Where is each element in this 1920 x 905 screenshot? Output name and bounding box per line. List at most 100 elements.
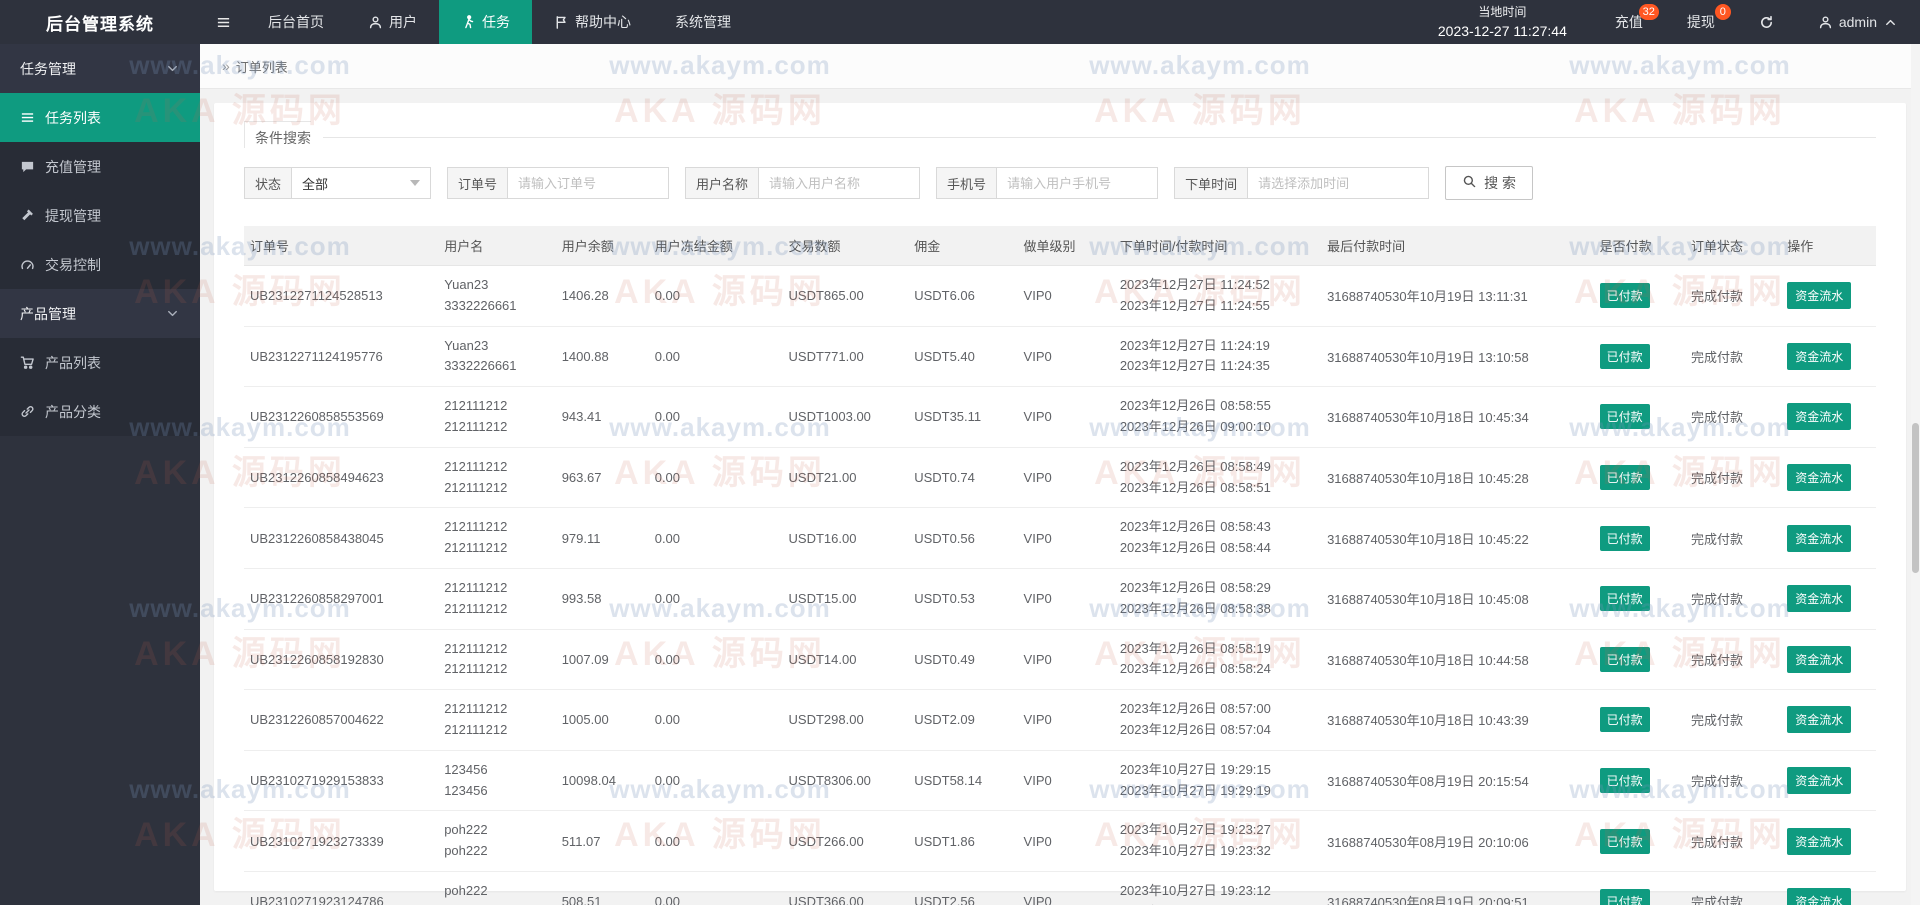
topnav-item-home[interactable]: 后台首页 [246, 0, 346, 44]
frozen-amount-cell: 0.00 [648, 689, 783, 751]
order-pay-time-cell: 2023年12月26日 08:58:49 2023年12月26日 08:58:51 [1113, 447, 1322, 509]
user-name: poh222 [444, 882, 488, 898]
user-account: 212111212 [444, 418, 508, 434]
order-time: 2023年12月27日 11:24:52 [1119, 277, 1270, 292]
column-header: 订单状态 [1685, 226, 1782, 266]
search-icon [1462, 174, 1477, 189]
sidebar-item-withdraw-mgmt[interactable]: 提现管理 [0, 191, 200, 240]
withdraw-button[interactable]: 提现 0 [1665, 0, 1737, 44]
fund-flow-button[interactable]: 资金流水 [1787, 827, 1852, 855]
phone-input[interactable] [1007, 175, 1148, 191]
topnav-item-tasks[interactable]: 任务 [439, 0, 532, 44]
fund-flow-button[interactable]: 资金流水 [1787, 282, 1852, 310]
paid-badge: 已付款 [1599, 889, 1650, 905]
user-account: 212111212 [444, 721, 508, 737]
last-pay-time-cell: 31688740530年10月18日 10:45:22 [1321, 507, 1594, 569]
order-time-input[interactable] [1258, 175, 1419, 191]
user-icon [1818, 15, 1833, 30]
user-cell: 212111212 212111212 [438, 507, 556, 569]
search-legend: 条件搜索 [244, 121, 311, 148]
topnav-item-system[interactable]: 系统管理 [653, 0, 753, 44]
last-pay-time-cell: 31688740530年10月19日 13:10:58 [1321, 326, 1594, 388]
topnav-item-label: 任务 [482, 14, 510, 30]
user-account: 212111212 [444, 540, 508, 556]
user-menu[interactable]: admin [1796, 0, 1920, 44]
table-row: UB2310271923124786poh222poh222508.510.00… [244, 871, 1876, 905]
recharge-button[interactable]: 充值 32 [1593, 0, 1665, 44]
sidebar-item-label: 充值管理 [45, 158, 101, 175]
sidebar-group-task-mgmt[interactable]: 任务管理 [0, 44, 200, 93]
fund-flow-button[interactable]: 资金流水 [1787, 585, 1852, 613]
vertical-scrollbar [1911, 44, 1920, 905]
status-select[interactable]: 全部 [291, 167, 432, 199]
fund-flow-button[interactable]: 资金流水 [1787, 706, 1852, 734]
topnav-item-help[interactable]: 帮助中心 [532, 0, 653, 44]
topnav-item-label: 帮助中心 [575, 14, 631, 30]
user-cell: Yuan23 3332226661 [438, 265, 556, 327]
fund-flow-button[interactable]: 资金流水 [1787, 645, 1852, 673]
balance-cell: 963.67 [555, 447, 649, 509]
sidebar-item-task-list[interactable]: 任务列表 [0, 93, 200, 142]
sidebar-group-label: 产品管理 [20, 305, 76, 322]
action-cell: 资金流水 [1781, 326, 1876, 388]
action-cell: 资金流水 [1781, 447, 1876, 509]
username-input[interactable] [769, 175, 910, 191]
search-button[interactable]: 搜 索 [1445, 166, 1533, 200]
paid-cell: 已付款 [1593, 507, 1685, 569]
trade-amount-cell: USDT865.00 [782, 265, 909, 327]
level-cell: VIP0 [1017, 689, 1114, 751]
order-no-filter: 订单号 [447, 167, 670, 199]
fund-flow-button[interactable]: 资金流水 [1787, 342, 1852, 370]
app-title: 后台管理系统 [0, 0, 200, 44]
user-name: 123456 [444, 761, 488, 777]
sidebar-item-product-category[interactable]: 产品分类 [0, 387, 200, 436]
sidebar-group-product-mgmt[interactable]: 产品管理 [0, 289, 200, 338]
chevron-down-icon [165, 306, 180, 321]
table-row: UB2310271923273339 poh222 poh222 511.07 0.00… [244, 810, 1876, 872]
order-time: 2023年10月27日 19:23:27 [1119, 822, 1271, 838]
commission-cell: USDT0.49 [908, 629, 1018, 691]
last-pay-time-cell: 31688740530年10月18日 10:45:08 [1321, 568, 1594, 630]
sidebar-item-recharge-mgmt[interactable]: 充值管理 [0, 142, 200, 191]
user-name: 212111212 [444, 579, 508, 595]
sidebar-item-trade-control[interactable]: 交易控制 [0, 240, 200, 289]
order-status-cell: 完成付款 [1685, 447, 1782, 509]
user-cell: 212111212 212111212 [438, 447, 556, 509]
topnav-item-users[interactable]: 用户 [346, 0, 439, 44]
user-cell: poh222poh222 [438, 871, 556, 905]
user-cell: 212111212 212111212 [438, 568, 556, 630]
fund-flow-button[interactable]: 资金流水 [1787, 464, 1852, 492]
trade-amount-cell: USDT1003.00 [782, 386, 909, 448]
list-icon [20, 110, 35, 125]
level-cell: VIP0 [1017, 265, 1114, 327]
user-account: 3332226661 [444, 358, 517, 374]
paid-cell: 已付款 [1593, 386, 1685, 448]
scrollbar-thumb[interactable] [1912, 422, 1919, 573]
paid-badge: 已付款 [1599, 404, 1650, 430]
comment-icon [20, 159, 35, 174]
order-status-cell: 完成付款 [1685, 386, 1782, 448]
action-cell: 资金流水 [1781, 386, 1876, 448]
fund-flow-button[interactable]: 资金流水 [1787, 888, 1852, 905]
pay-time: 2023年12月26日 08:58:24 [1119, 661, 1271, 677]
paid-badge: 已付款 [1599, 465, 1650, 491]
sidebar-toggle-button[interactable] [200, 0, 246, 44]
link-icon [20, 404, 35, 419]
refresh-button[interactable] [1737, 0, 1796, 44]
fund-flow-button[interactable]: 资金流水 [1787, 403, 1852, 431]
pay-time: 2023年10月27日 19:29:19 [1119, 782, 1271, 798]
paid-cell: 已付款 [1593, 326, 1685, 388]
balance-cell: 979.11 [555, 507, 649, 569]
trade-amount-cell: USDT15.00 [782, 568, 909, 630]
sidebar-item-product-list[interactable]: 产品列表 [0, 338, 200, 387]
fund-flow-button[interactable]: 资金流水 [1787, 524, 1852, 552]
phone-label: 手机号 [936, 167, 997, 199]
user-name: 212111212 [444, 701, 508, 717]
fund-flow-button[interactable]: 资金流水 [1787, 767, 1852, 795]
username-filter: 用户名称 [685, 167, 921, 199]
balance-cell: 993.58 [555, 568, 649, 630]
frozen-amount-cell: 0.00 [648, 568, 783, 630]
frozen-amount-cell: 0.00 [648, 810, 783, 872]
trade-amount-cell: USDT298.00 [782, 689, 909, 751]
order-no-input[interactable] [518, 175, 659, 191]
